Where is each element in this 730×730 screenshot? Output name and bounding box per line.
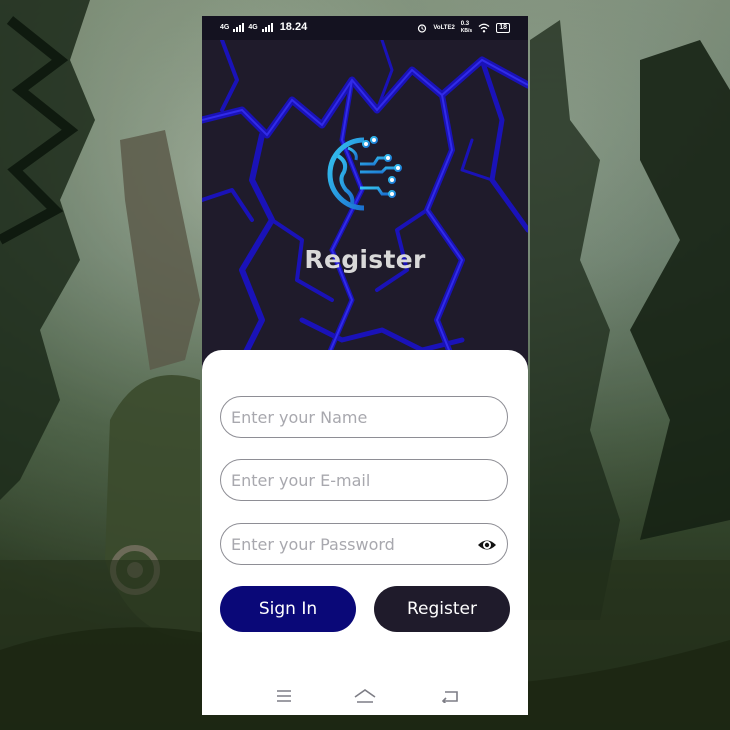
email-input[interactable]	[231, 460, 471, 500]
battery-level: 18	[499, 24, 507, 31]
data-speed-unit: KB/s	[460, 28, 473, 34]
system-nav-bar	[202, 681, 528, 711]
name-field[interactable]	[220, 396, 508, 438]
status-time: 18.24	[279, 21, 308, 33]
network-type-1: 4G	[220, 23, 230, 31]
status-bar: 4G 4G 18.24 VoLTE2 0.3 KB/s 18	[202, 16, 528, 40]
network-type-2: 4G	[248, 23, 258, 31]
email-field[interactable]	[220, 459, 508, 501]
phone-screen: 4G 4G 18.24 VoLTE2 0.3 KB/s 18 Register …	[202, 16, 528, 715]
signal-icon-2	[261, 22, 273, 32]
sign-in-button[interactable]: Sign In	[220, 586, 356, 632]
globe-circuit-icon	[327, 136, 402, 211]
signal-icon	[233, 22, 245, 32]
data-speed: 0.3 KB/s	[461, 21, 472, 35]
back-icon[interactable]	[441, 689, 459, 703]
name-input[interactable]	[231, 397, 471, 437]
battery-icon: 18	[496, 23, 510, 33]
eye-icon[interactable]	[477, 535, 497, 555]
register-button[interactable]: Register	[374, 586, 510, 632]
registration-form-card	[202, 350, 528, 715]
page-title: Register	[304, 245, 426, 274]
volte-indicator: VoLTE2	[433, 24, 455, 31]
data-speed-value: 0.3	[460, 21, 470, 27]
password-field[interactable]	[220, 523, 508, 565]
forest-background: 4G 4G 18.24 VoLTE2 0.3 KB/s 18 Register …	[0, 0, 730, 730]
header-hero: Register	[202, 40, 528, 370]
home-icon[interactable]	[353, 689, 377, 705]
wifi-icon	[478, 23, 490, 33]
alarm-icon	[418, 24, 427, 33]
password-input[interactable]	[231, 524, 471, 564]
menu-icon[interactable]	[276, 689, 292, 703]
